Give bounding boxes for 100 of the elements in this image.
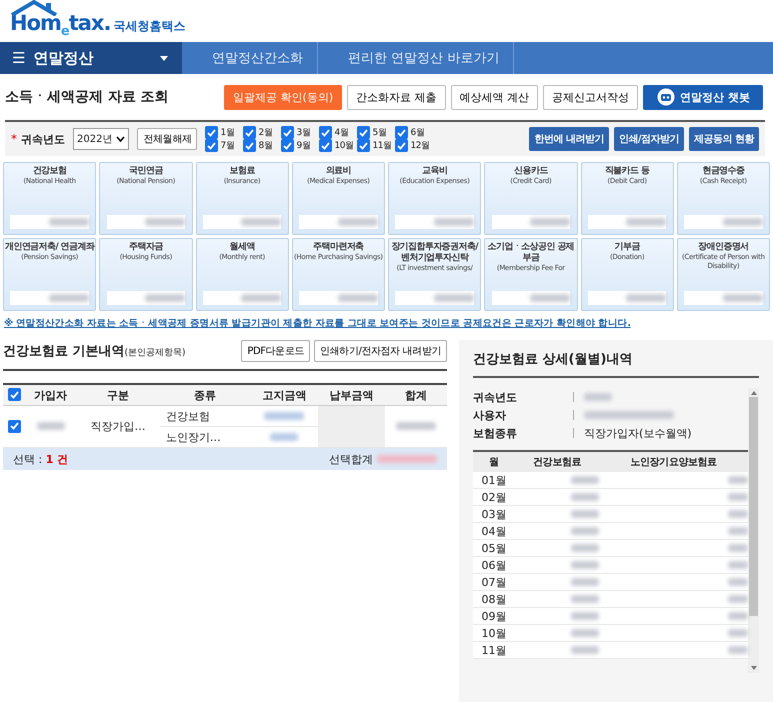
checkbox[interactable] — [319, 139, 332, 152]
action-button[interactable]: 한번에 내려받기 — [529, 127, 609, 151]
table-cell: 09월 — [473, 608, 516, 624]
checkbox[interactable] — [205, 139, 218, 152]
redacted-value — [145, 218, 186, 226]
select-all-checkbox[interactable] — [8, 388, 20, 402]
redacted-value — [145, 294, 186, 302]
table-cell: 11월 — [473, 642, 516, 658]
robot-icon — [656, 88, 676, 106]
redacted-value — [571, 560, 600, 568]
redacted-value — [584, 393, 612, 401]
section-title: 건강보험료 기본내역 — [3, 344, 125, 359]
redacted-value — [530, 294, 570, 302]
redacted-value — [571, 646, 600, 654]
scroll-down-icon[interactable] — [750, 666, 756, 670]
redacted-value — [571, 628, 600, 636]
toggle-months-button[interactable]: 전체월해제 — [137, 128, 198, 150]
category-name: 국민연금 — [129, 166, 163, 177]
category-name: 개인연금저축/ 연금계좌 — [5, 242, 94, 253]
redacted-value — [377, 455, 437, 463]
month-label: 3월 — [296, 126, 310, 138]
action-button[interactable]: 제공동의 현황 — [689, 127, 759, 151]
breadcrumb-link[interactable]: 편리한 연말정산 바로가기 — [318, 42, 514, 74]
redacted-value — [571, 612, 600, 620]
redacted-value — [728, 544, 748, 552]
month-label: 4월 — [334, 126, 348, 138]
redacted-value — [571, 594, 600, 602]
notice-link[interactable]: ※ 연말정산간소화 자료는 소득ㆍ세액공제 증명서류 발급기관이 제출한 자료를 그대로 보여주는 것이므로 공제요건은 근로자가 확인해야 합니다. — [4, 317, 769, 330]
checkbox[interactable] — [243, 139, 256, 152]
redacted-value — [626, 294, 666, 302]
redacted-value — [48, 218, 89, 226]
category-name: 월세액 — [230, 242, 255, 253]
redacted-value — [722, 294, 763, 302]
checkbox[interactable] — [281, 126, 294, 139]
month-label: 9월 — [296, 140, 310, 152]
checkbox[interactable] — [243, 126, 256, 139]
category-name: 교육비 — [422, 166, 448, 177]
redacted-value — [571, 476, 600, 484]
column-header: 납부금액 — [318, 384, 386, 406]
redacted-value — [48, 294, 89, 302]
redacted-value — [728, 510, 748, 518]
chatbot-button[interactable]: 연말정산 챗봇 — [643, 84, 763, 110]
field-label: 귀속년도 — [473, 390, 518, 404]
redacted-value — [434, 218, 474, 226]
redacted-value — [626, 218, 666, 226]
checkbox[interactable] — [281, 139, 294, 152]
checkbox[interactable] — [395, 139, 408, 152]
redacted-value — [396, 422, 436, 430]
category-name: 현금영수증 — [702, 166, 744, 177]
month-label: 2월 — [258, 126, 272, 138]
redacted-value — [571, 526, 600, 534]
category-name: 주택마련저축 — [313, 242, 364, 253]
action-button[interactable]: 간소화자료 제출 — [347, 84, 446, 110]
redacted-value — [728, 646, 748, 654]
year-select[interactable]: 2022년 — [73, 128, 130, 150]
checkbox[interactable] — [205, 126, 218, 139]
page-title: 소득ㆍ세액공제 자료 조회 — [5, 88, 169, 106]
redacted-value — [241, 218, 282, 226]
checkbox[interactable] — [357, 139, 370, 152]
redacted-value — [241, 294, 282, 302]
redacted-value — [728, 628, 748, 636]
month-label: 7월 — [220, 140, 234, 152]
month-label: 12월 — [410, 140, 430, 152]
column-header: 고지금액 — [250, 384, 318, 406]
category-name: 주택자금 — [129, 242, 163, 253]
redacted-value — [530, 218, 570, 226]
table-cell: 03월 — [473, 506, 516, 522]
row-checkbox[interactable] — [8, 420, 20, 433]
action-button[interactable]: 예상세액 계산 — [450, 84, 538, 110]
section-title: 건강보험료 상세(월별)내역 — [473, 350, 759, 378]
total-label: 선택합계 — [329, 452, 373, 466]
action-button[interactable]: PDF다운로드 — [241, 340, 310, 362]
redacted-value — [571, 510, 600, 518]
column-header: 구분 — [76, 384, 160, 406]
breadcrumb-link[interactable]: 연말정산간소화 — [182, 42, 318, 74]
logo-wordmark[interactable]: Hom$_{e}$tax. — [10, 10, 110, 40]
field-label: 귀속년도 — [21, 132, 66, 146]
redacted-value — [722, 218, 763, 226]
category-name: 장기집합투자증권저축/ 벤처기업투자신탁 — [390, 242, 480, 264]
column-header: 가입자 — [25, 384, 76, 406]
field-label: 사용자 — [473, 408, 507, 422]
action-button[interactable]: 인쇄하기/전자점자 내려받기 — [314, 340, 447, 362]
redacted-value — [571, 544, 600, 552]
caret-icon — [160, 56, 168, 61]
redacted-value — [264, 412, 304, 420]
checkbox[interactable] — [319, 126, 332, 139]
action-button[interactable]: 공제신고서작성 — [543, 84, 638, 110]
table-cell: 07월 — [473, 574, 516, 590]
menu-dropdown[interactable]: ☰ 연말정산 — [0, 42, 182, 74]
redacted-value — [728, 492, 748, 500]
action-button[interactable]: 인쇄/점자받기 — [614, 127, 684, 151]
redacted-value — [728, 612, 748, 620]
checkbox[interactable] — [357, 126, 370, 139]
month-label: 10월 — [334, 140, 354, 152]
redacted-value — [338, 294, 378, 302]
field-label: 보험종류 — [473, 426, 518, 440]
checkbox[interactable] — [395, 126, 408, 139]
selection-count: 선택 : 1 건 — [13, 452, 68, 466]
table-cell: 10월 — [473, 624, 516, 642]
scroll-up-icon[interactable] — [750, 391, 756, 395]
